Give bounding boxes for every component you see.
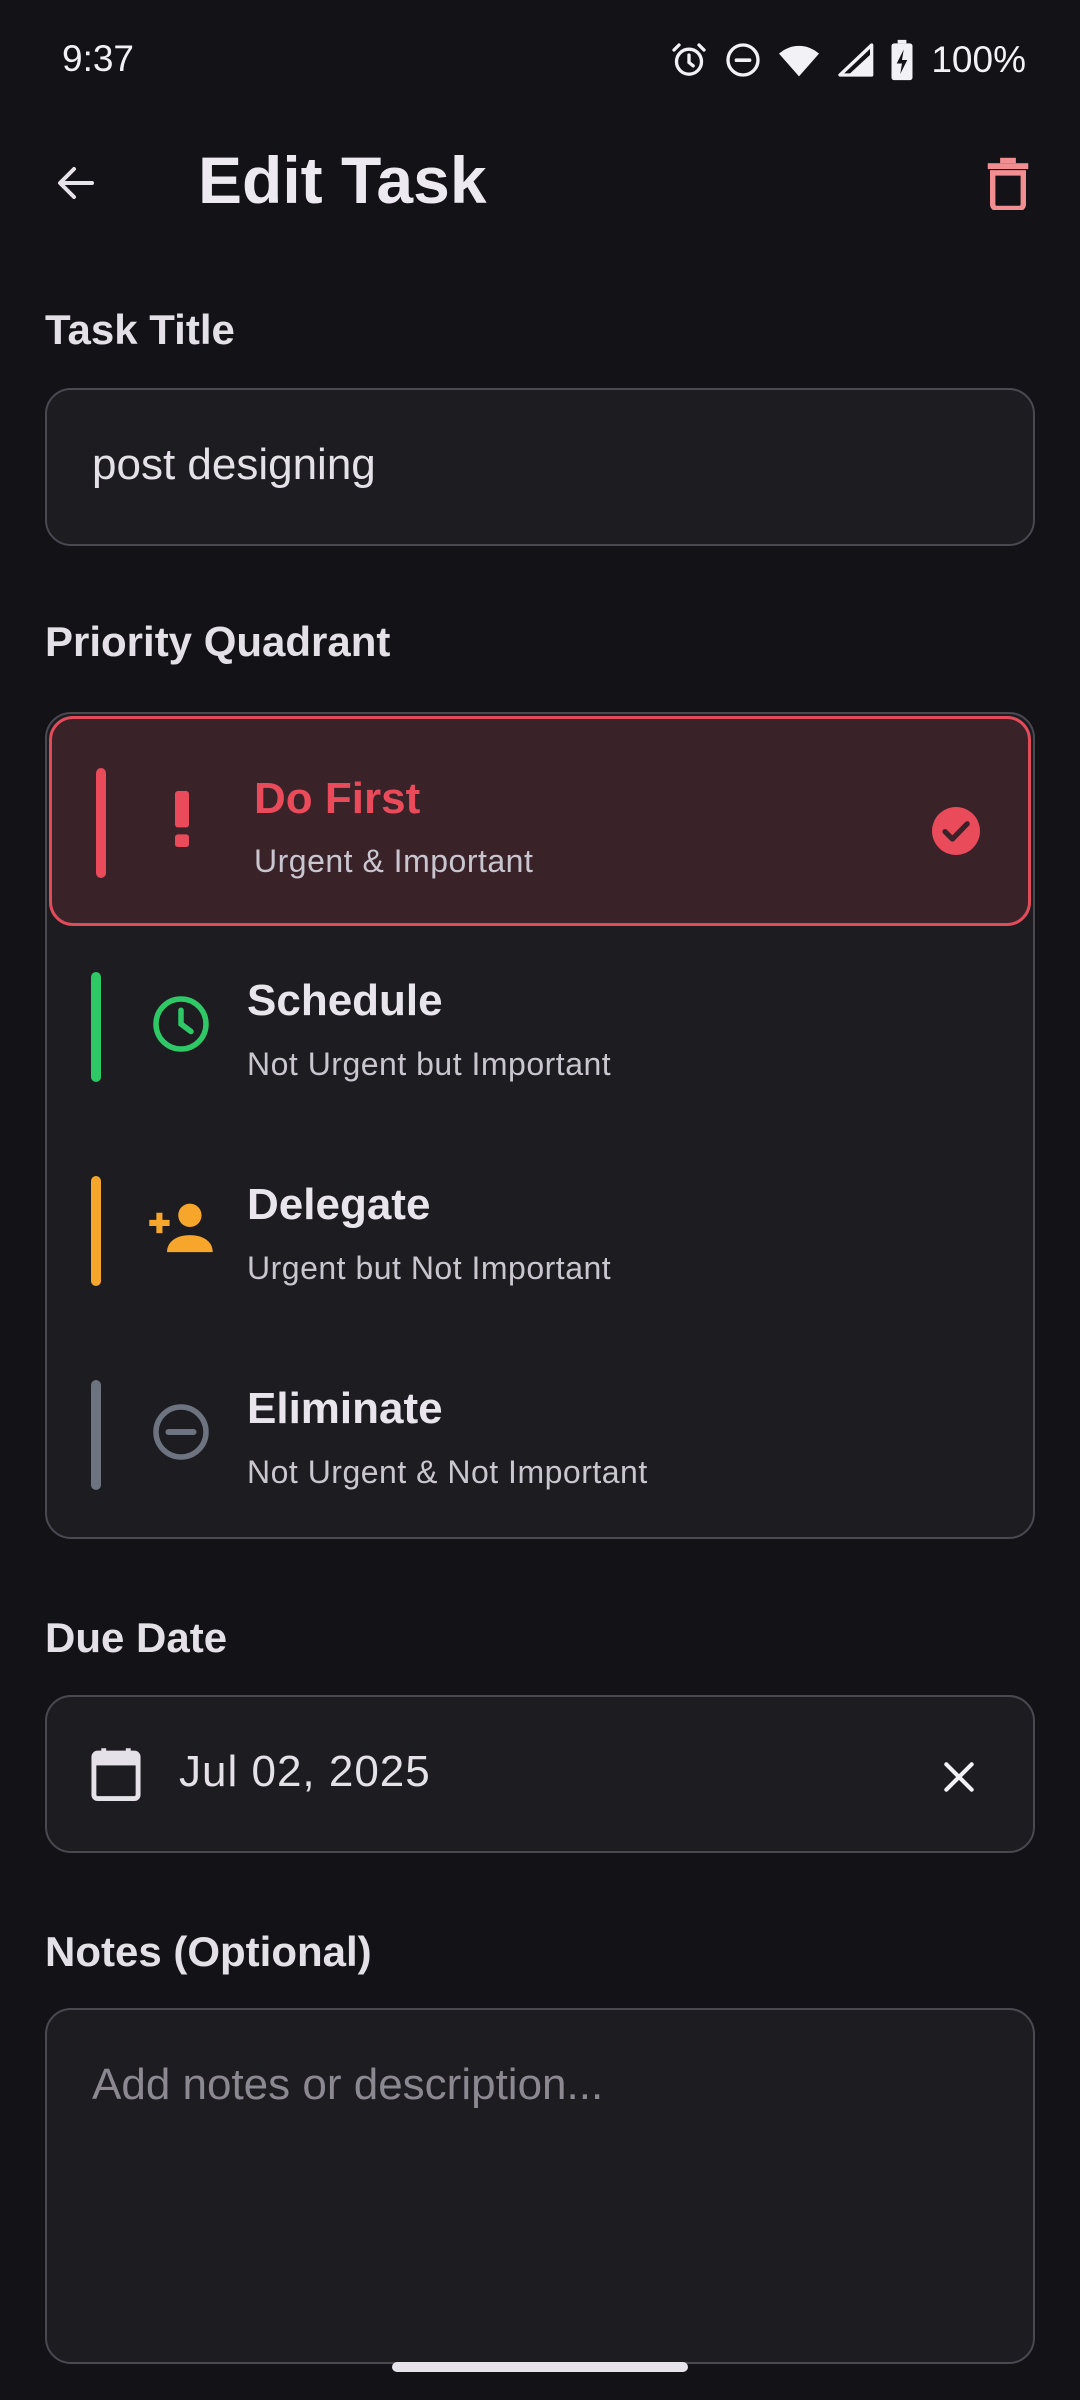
quadrant-color-bar xyxy=(91,1176,101,1286)
notes-label: Notes (Optional) xyxy=(45,1928,372,1975)
quadrant-color-bar xyxy=(96,768,106,878)
signal-icon xyxy=(838,43,874,77)
person-add-icon xyxy=(145,1192,217,1264)
clock-icon xyxy=(145,988,217,1060)
quadrant-color-bar xyxy=(91,972,101,1082)
priority-quadrant-list: Do First Urgent & Important Schedule Not… xyxy=(45,712,1035,1539)
quadrant-option-eliminate[interactable]: Eliminate Not Urgent & Not Important xyxy=(47,1334,1033,1537)
task-title-value: post designing xyxy=(92,440,376,489)
due-date-field[interactable]: Jul 02, 2025 xyxy=(45,1695,1035,1853)
quadrant-title: Schedule xyxy=(247,976,443,1025)
due-date-label: Due Date xyxy=(45,1614,228,1661)
task-title-input[interactable]: post designing xyxy=(45,388,1035,546)
task-title-label: Task Title xyxy=(45,306,235,353)
close-icon xyxy=(944,1762,974,1792)
quadrant-color-bar xyxy=(91,1380,101,1490)
edit-task-screen: 9:37 100% Edit Task Task Title post desi… xyxy=(0,0,1080,2400)
notes-placeholder: Add notes or description... xyxy=(92,2060,604,2109)
quadrant-subtitle: Not Urgent but Important xyxy=(247,1046,612,1082)
quadrant-option-schedule[interactable]: Schedule Not Urgent but Important xyxy=(47,926,1033,1130)
delete-button[interactable] xyxy=(972,147,1044,219)
notes-input[interactable]: Add notes or description... xyxy=(45,2008,1035,2364)
home-indicator[interactable] xyxy=(392,2362,688,2372)
app-bar: Edit Task xyxy=(0,120,1080,240)
quadrant-title: Do First xyxy=(254,774,421,823)
quadrant-option-delegate[interactable]: Delegate Urgent but Not Important xyxy=(47,1130,1033,1334)
quadrant-subtitle: Not Urgent & Not Important xyxy=(247,1454,648,1490)
minus-circle-icon xyxy=(145,1396,217,1468)
quadrant-title: Eliminate xyxy=(247,1384,443,1433)
battery-percent: 100% xyxy=(931,39,1026,80)
due-date-value: Jul 02, 2025 xyxy=(179,1747,431,1796)
do-not-disturb-icon xyxy=(726,43,761,77)
quadrant-subtitle: Urgent but Not Important xyxy=(247,1250,612,1286)
quadrant-subtitle: Urgent & Important xyxy=(254,843,534,879)
battery-charging-icon xyxy=(891,39,913,81)
status-bar: 9:37 100% xyxy=(0,0,1080,120)
alarm-icon xyxy=(672,43,707,76)
status-time: 9:37 xyxy=(62,38,135,79)
quadrant-title: Delegate xyxy=(247,1180,431,1229)
page-title: Edit Task xyxy=(198,143,487,217)
quadrant-option-do-first[interactable]: Do First Urgent & Important xyxy=(49,716,1031,926)
status-icons: 100% xyxy=(669,36,1026,84)
exclamation-icon xyxy=(146,783,218,855)
check-circle-icon xyxy=(932,807,980,855)
clear-date-button[interactable] xyxy=(923,1741,995,1813)
priority-quadrant-label: Priority Quadrant xyxy=(45,618,391,665)
arrow-back-icon xyxy=(58,167,94,199)
trash-icon xyxy=(987,157,1029,210)
calendar-icon xyxy=(91,1748,141,1801)
wifi-icon xyxy=(779,45,820,77)
back-button[interactable] xyxy=(40,147,112,219)
